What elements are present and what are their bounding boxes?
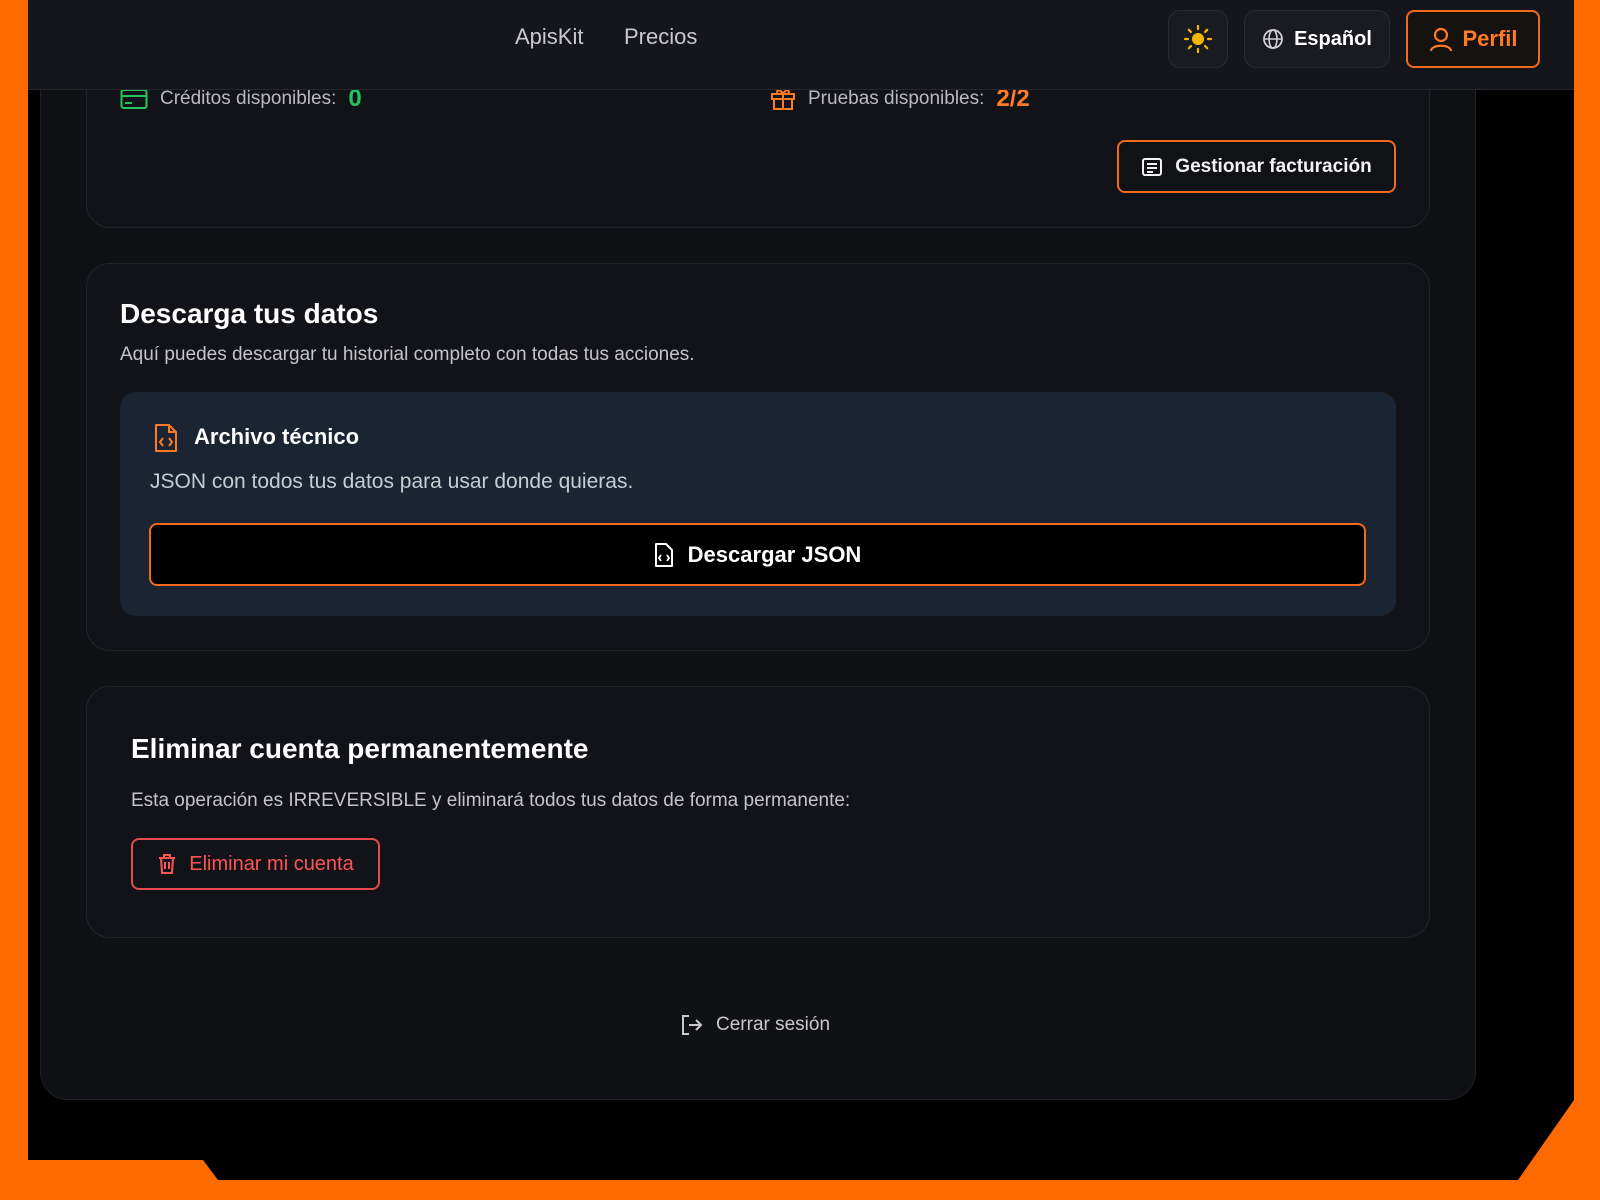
language-label: Español — [1294, 27, 1372, 50]
delete-title: Eliminar cuenta permanentemente — [131, 733, 589, 764]
receipt-icon — [1141, 157, 1163, 177]
sun-icon — [1183, 24, 1213, 54]
logout-icon — [680, 1014, 704, 1036]
technical-file-description: JSON con todos tus datos para usar donde… — [150, 470, 634, 493]
orange-frame: Créditos disponibles: 0 Pruebas disponib… — [0, 0, 1600, 1200]
language-selector[interactable]: Español — [1244, 10, 1390, 68]
user-icon — [1428, 26, 1454, 52]
credits-label: Créditos disponibles: — [160, 88, 337, 109]
delete-warning: Esta operación es IRREVERSIBLE y elimina… — [131, 790, 851, 811]
download-title: Descarga tus datos — [120, 298, 379, 329]
delete-account-card — [86, 686, 1430, 938]
theme-toggle-button[interactable] — [1168, 10, 1228, 68]
profile-button[interactable]: Perfil — [1406, 10, 1540, 68]
logout-button[interactable]: Cerrar sesión — [680, 1014, 830, 1036]
download-subtitle: Aquí puedes descargar tu historial compl… — [120, 344, 695, 365]
manage-billing-button[interactable]: Gestionar facturación — [1117, 140, 1396, 193]
technical-file-title: Archivo técnico — [194, 424, 360, 449]
globe-icon — [1262, 28, 1284, 50]
download-json-button[interactable]: Descargar JSON — [149, 523, 1366, 586]
file-code-icon — [152, 423, 180, 453]
download-json-label: Descargar JSON — [687, 541, 862, 567]
delete-account-label: Eliminar mi cuenta — [189, 852, 354, 875]
logout-label: Cerrar sesión — [716, 1014, 831, 1035]
delete-account-button[interactable]: Eliminar mi cuenta — [131, 838, 380, 890]
profile-label: Perfil — [1462, 26, 1518, 51]
trials-label: Pruebas disponibles: — [808, 88, 985, 109]
gift-icon — [770, 87, 796, 111]
file-code-icon — [654, 542, 674, 567]
nav-link-precios[interactable]: Precios — [624, 24, 697, 50]
nav-link-apiskit[interactable]: ApisKit — [515, 24, 583, 50]
trash-icon — [157, 853, 177, 875]
credit-card-icon — [120, 88, 148, 110]
manage-billing-label: Gestionar facturación — [1175, 155, 1372, 177]
